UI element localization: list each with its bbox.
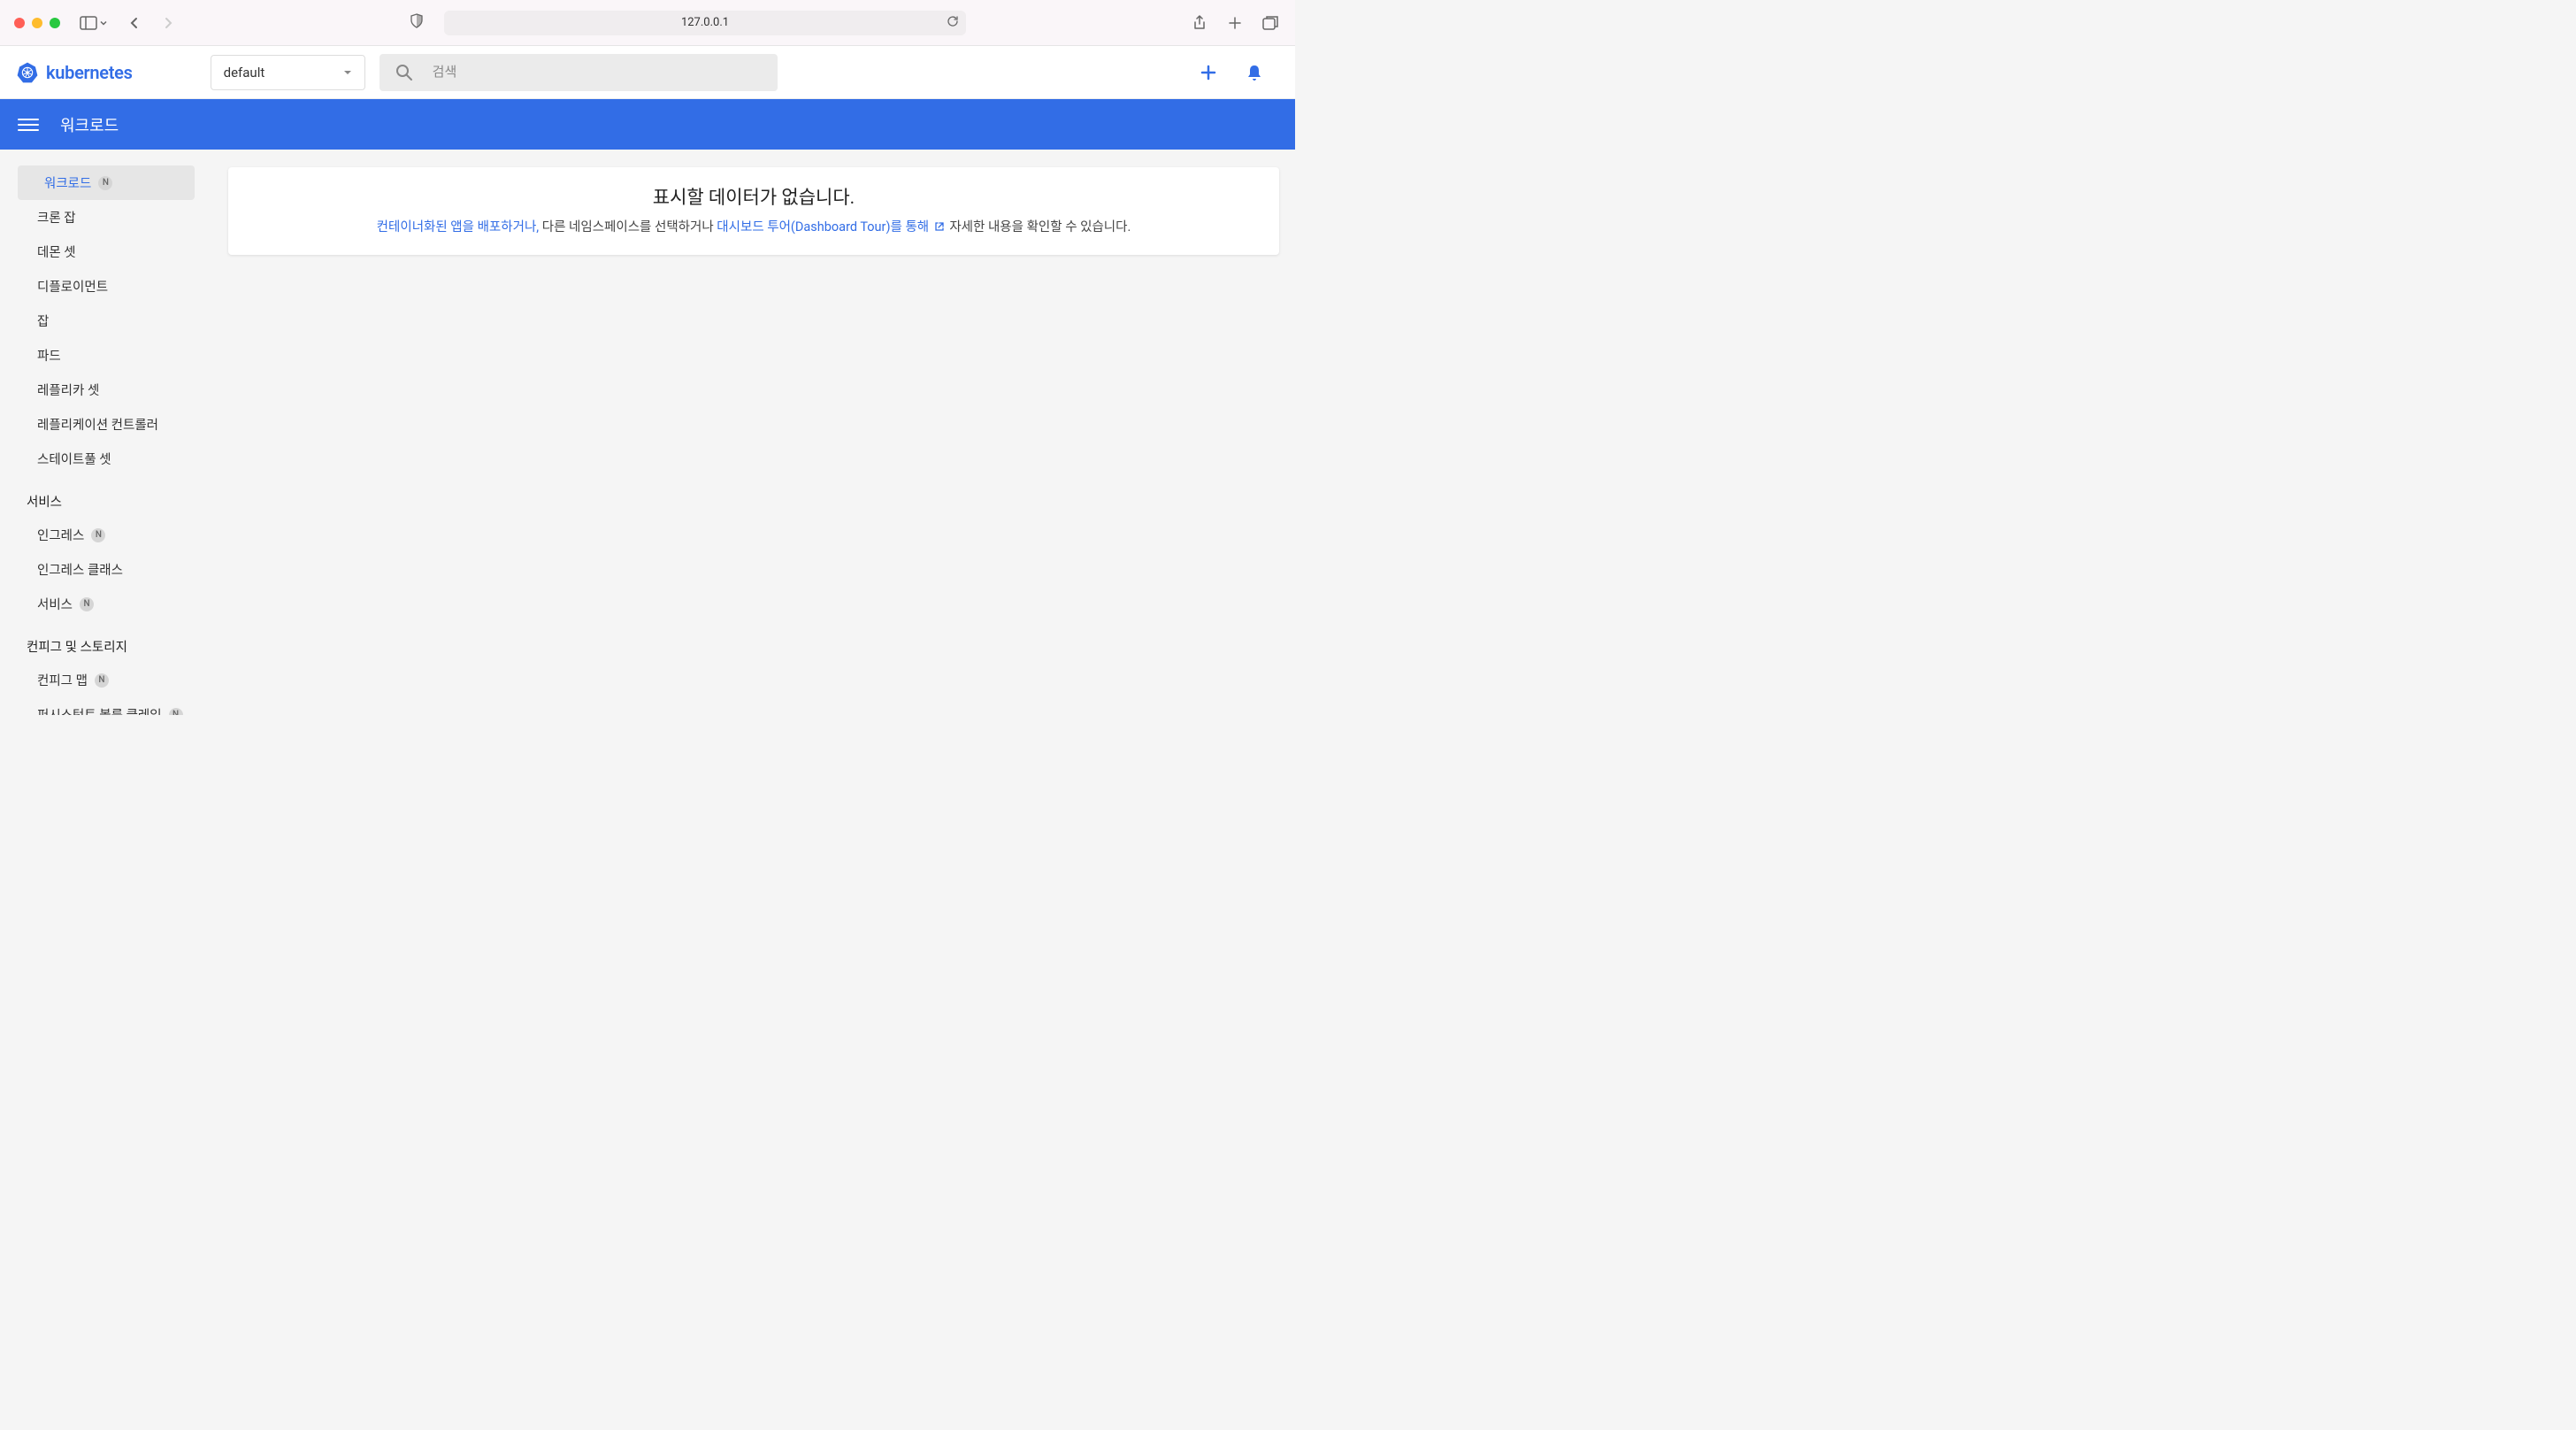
sidebar-item-replication-controllers[interactable]: 레플리케이션 컨트롤러 <box>0 407 212 442</box>
sidebar-item-ingress-classes[interactable]: 인그레스 클래스 <box>0 552 212 587</box>
url-bar[interactable]: 127.0.0.1 <box>444 11 966 35</box>
search-icon <box>395 64 413 81</box>
sidebar-item-label: 서비스 <box>37 595 73 613</box>
n-badge: N <box>91 528 105 542</box>
sidebar-item-services[interactable]: 서비스 N <box>0 587 212 621</box>
logo-text: kubernetes <box>46 62 133 83</box>
browser-sidebar-button[interactable] <box>80 16 108 30</box>
namespace-selector[interactable]: default <box>211 55 365 90</box>
sidebar-item-label: 파드 <box>37 346 61 365</box>
dashboard-tour-link[interactable]: 대시보드 투어(Dashboard Tour)를 통해 <box>717 219 929 234</box>
empty-state-card: 표시할 데이터가 없습니다. 컨테이너화된 앱을 배포하거나, 다른 네임스페이… <box>228 167 1279 255</box>
sidebar-item-label: 레플리카 셋 <box>37 381 99 399</box>
sidebar-item-cronjobs[interactable]: 크론 잡 <box>0 200 212 234</box>
chevron-down-icon <box>99 19 108 27</box>
sidebar-item-replicasets[interactable]: 레플리카 셋 <box>0 373 212 407</box>
sidebar-item-label: 데몬 셋 <box>37 242 76 261</box>
sidebar-item-label: 스테이트풀 셋 <box>37 450 111 468</box>
browser-back-button[interactable] <box>124 12 145 34</box>
sidebar-item-label: 크론 잡 <box>37 208 76 227</box>
sidebar-item-label: 컨피그 맵 <box>37 671 88 689</box>
window-maximize-button[interactable] <box>50 18 60 28</box>
kubernetes-logo[interactable]: kubernetes <box>16 61 133 84</box>
app-header: kubernetes default <box>0 46 1295 99</box>
create-resource-button[interactable] <box>1198 62 1219 83</box>
traffic-lights <box>14 18 60 28</box>
sidebar-item-label: 레플리케이션 컨트롤러 <box>37 415 158 434</box>
sidebar-item-workloads[interactable]: 워크로드 N <box>18 165 195 200</box>
sidebar-item-label: 디플로이먼트 <box>37 277 108 296</box>
n-badge: N <box>169 708 183 716</box>
search-box[interactable] <box>380 54 778 91</box>
window-close-button[interactable] <box>14 18 25 28</box>
sidebar-item-label: 잡 <box>37 311 49 330</box>
sidebar-section-config[interactable]: 컨피그 및 스토리지 <box>0 627 212 663</box>
external-link-icon <box>934 220 945 235</box>
sidebar-item-deployments[interactable]: 디플로이먼트 <box>0 269 212 304</box>
refresh-icon[interactable] <box>947 15 959 31</box>
tabs-overview-button[interactable] <box>1260 12 1281 34</box>
sidebar-item-configmaps[interactable]: 컨피그 맵 N <box>0 663 212 697</box>
n-badge: N <box>95 673 109 688</box>
sidebar-item-pvc[interactable]: 퍼시스턴트 볼륨 클레임 N <box>0 697 212 715</box>
sidebar: 워크로드 N 크론 잡 데몬 셋 디플로이먼트 잡 파드 레플리카 셋 레플리케… <box>0 150 212 715</box>
privacy-shield-icon[interactable] <box>409 13 425 33</box>
breadcrumb-bar: 워크로드 <box>0 99 1295 150</box>
sidebar-item-label: 인그레스 <box>37 526 84 544</box>
namespace-value: default <box>224 65 265 81</box>
browser-chrome: 127.0.0.1 <box>0 0 1295 46</box>
n-badge: N <box>98 176 112 190</box>
sidebar-item-label: 인그레스 클래스 <box>37 560 123 579</box>
k8s-heptagon-icon <box>16 61 39 84</box>
sidebar-item-label: 워크로드 <box>44 173 91 192</box>
sidebar-item-pods[interactable]: 파드 <box>0 338 212 373</box>
sidebar-section-service[interactable]: 서비스 <box>0 481 212 518</box>
notifications-button[interactable] <box>1244 62 1265 83</box>
menu-toggle-button[interactable] <box>18 114 39 135</box>
n-badge: N <box>80 597 94 611</box>
url-text: 127.0.0.1 <box>681 16 729 29</box>
sidebar-item-statefulsets[interactable]: 스테이트풀 셋 <box>0 442 212 476</box>
window-minimize-button[interactable] <box>32 18 42 28</box>
sidebar-item-daemonsets[interactable]: 데몬 셋 <box>0 234 212 269</box>
deploy-app-link[interactable]: 컨테이너화된 앱을 배포하거나, <box>377 219 539 234</box>
main-content: 표시할 데이터가 없습니다. 컨테이너화된 앱을 배포하거나, 다른 네임스페이… <box>212 150 1295 715</box>
dropdown-arrow-icon <box>343 70 352 75</box>
new-tab-button[interactable] <box>1224 12 1246 34</box>
page-title: 워크로드 <box>60 113 119 136</box>
sidebar-item-label: 퍼시스턴트 볼륨 클레임 <box>37 705 162 715</box>
sidebar-item-ingresses[interactable]: 인그레스 N <box>0 518 212 552</box>
share-button[interactable] <box>1189 12 1210 34</box>
sidebar-item-jobs[interactable]: 잡 <box>0 304 212 338</box>
empty-state-title: 표시할 데이터가 없습니다. <box>246 183 1261 210</box>
empty-state-subtitle: 컨테이너화된 앱을 배포하거나, 다른 네임스페이스를 선택하거나 대시보드 투… <box>246 217 1261 235</box>
search-input[interactable] <box>433 65 762 80</box>
browser-forward-button[interactable] <box>157 12 179 34</box>
